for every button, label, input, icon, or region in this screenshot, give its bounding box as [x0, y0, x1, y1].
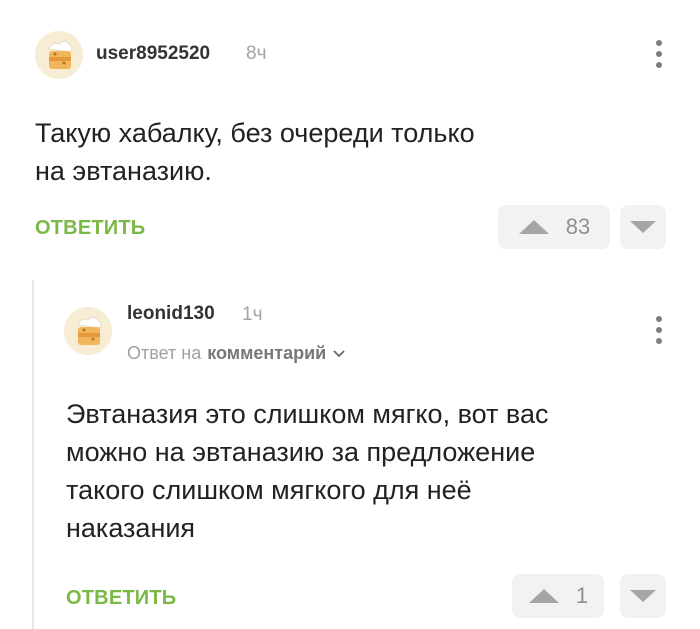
avatar-cake-icon: [35, 31, 83, 79]
downvote-button[interactable]: [620, 574, 666, 618]
downvote-button[interactable]: [620, 205, 666, 249]
avatar[interactable]: [64, 307, 112, 355]
downvote-arrow-icon: [630, 221, 656, 233]
upvote-button[interactable]: 83: [498, 205, 610, 249]
reply-to-link[interactable]: Ответ на комментарий: [127, 343, 346, 364]
vote-count: 1: [575, 583, 589, 608]
comment-text-line: на эвтаназию.: [35, 156, 212, 186]
comment-text-line: Такую хабалку, без очереди только: [35, 118, 475, 148]
reply-text-line: наказания: [66, 513, 196, 543]
chevron-down-icon[interactable]: [332, 349, 346, 359]
upvote-arrow-icon: [518, 220, 549, 234]
reply-to-prefix: Ответ на: [127, 343, 202, 363]
reply-time: 1ч: [242, 304, 263, 325]
avatar-cake-icon: [64, 307, 112, 355]
downvote-arrow-icon: [630, 590, 656, 602]
reply-button[interactable]: ОТВЕТИТЬ: [35, 217, 145, 240]
comment-time: 8ч: [246, 43, 267, 64]
upvote-arrow-icon: [528, 589, 559, 603]
username[interactable]: leonid130: [127, 303, 215, 325]
thread-line: [32, 280, 34, 629]
vote-count: 83: [565, 214, 591, 239]
reply-text: Эвтаназия это слишком мягко, вот вас мож…: [66, 395, 666, 547]
reply-button[interactable]: ОТВЕТИТЬ: [66, 587, 176, 610]
reply-text-line: можно на эвтаназию за предложение: [66, 437, 536, 467]
comment-text: Такую хабалку, без очереди только на эвт…: [35, 114, 655, 190]
username[interactable]: user8952520: [96, 43, 210, 65]
more-vert-icon[interactable]: [654, 40, 664, 68]
reply-to-target[interactable]: комментарий: [207, 343, 326, 364]
more-vert-icon[interactable]: [654, 316, 664, 344]
reply-text-line: Эвтаназия это слишком мягко, вот вас: [66, 399, 549, 429]
avatar[interactable]: [35, 31, 83, 79]
upvote-button[interactable]: 1: [512, 574, 604, 618]
reply-text-line: такого слишком мягкого для неё: [66, 475, 472, 505]
